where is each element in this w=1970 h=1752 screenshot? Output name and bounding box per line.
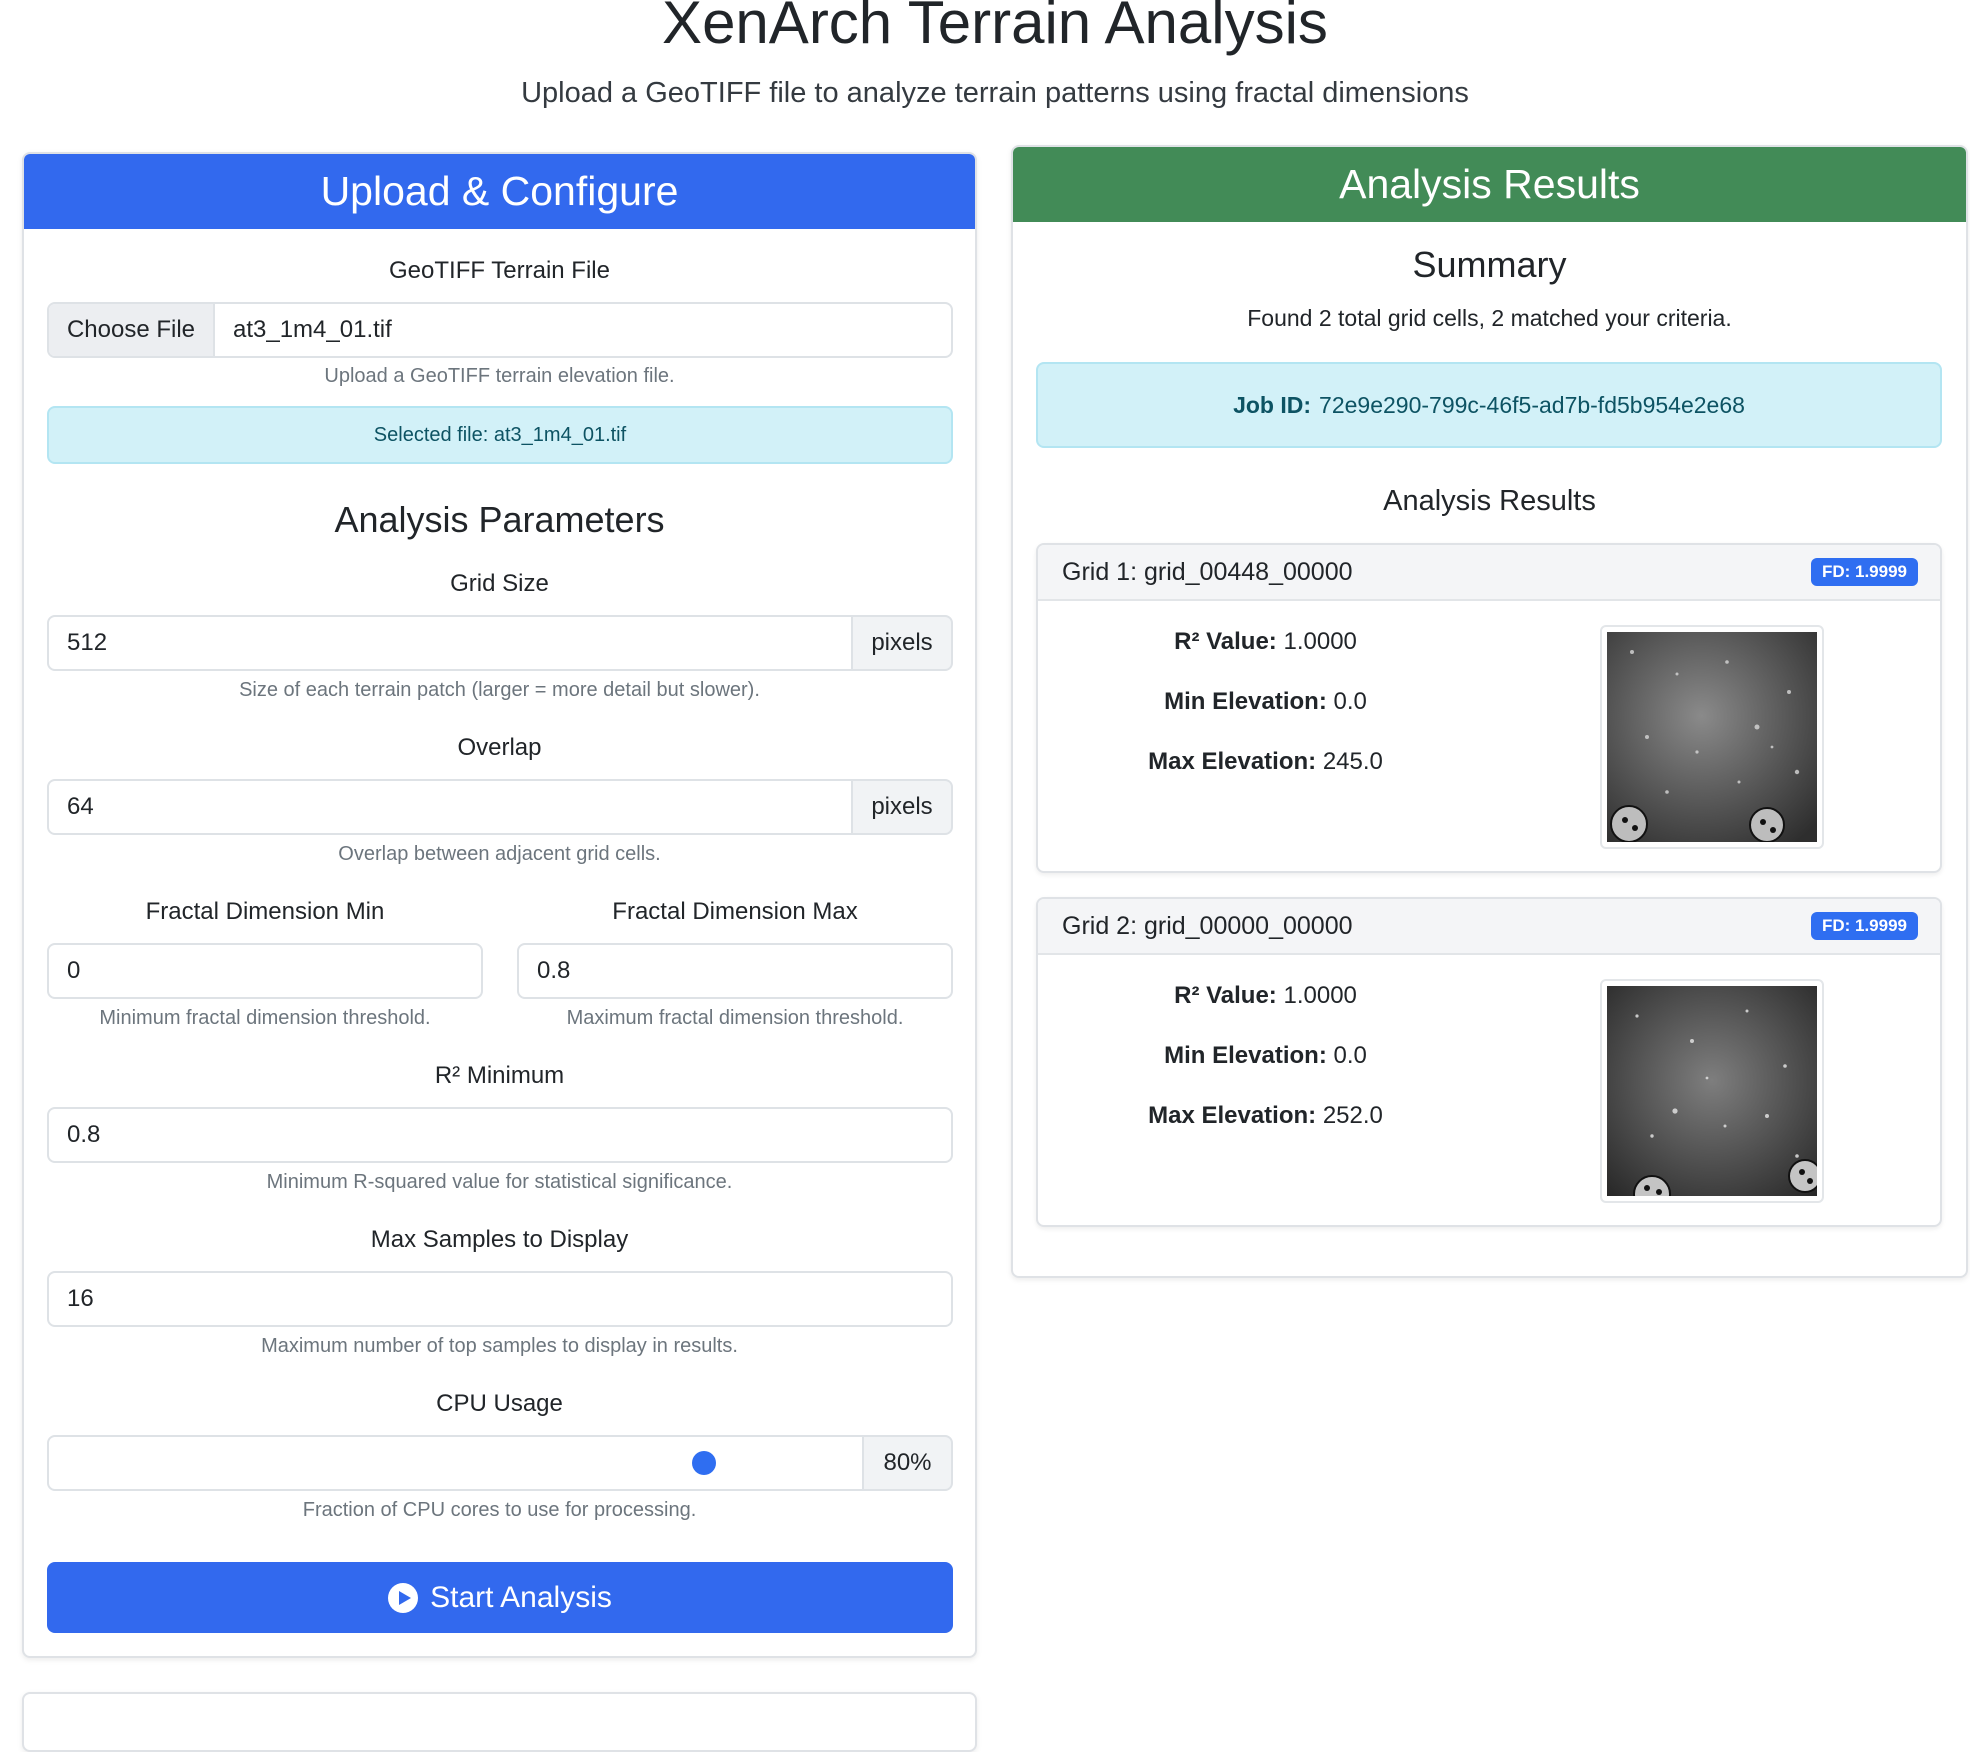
max-samples-help: Maximum number of top samples to display… (261, 1335, 738, 1357)
choose-file-button[interactable]: Choose File (49, 304, 215, 356)
grid-title: Grid 2: grid_00000_00000 (1062, 911, 1353, 940)
start-analysis-button[interactable]: Start Analysis (47, 1562, 953, 1633)
overlap-unit: pixels (851, 779, 953, 835)
min-elevation-stat: Min Elevation: 0.0 (1164, 1042, 1367, 1069)
fd-badge: FD: 1.9999 (1810, 558, 1918, 586)
terrain-thumbnail[interactable] (1600, 979, 1824, 1203)
fd-max-input[interactable]: 0.8 (517, 943, 953, 999)
grid-size-input[interactable]: 512 (47, 615, 853, 671)
results-card-header: Analysis Results (1013, 147, 1966, 222)
r2-min-help: Minimum R-squared value for statistical … (266, 1171, 733, 1193)
fd-max-help: Maximum fractal dimension threshold. (566, 1007, 904, 1029)
terrain-image (1607, 986, 1817, 1196)
params-heading: Analysis Parameters (334, 499, 665, 540)
secondary-card (22, 1692, 977, 1752)
overlap-help: Overlap between adjacent grid cells. (338, 843, 661, 865)
upload-card-header: Upload & Configure (24, 154, 975, 229)
play-circle-icon (388, 1582, 419, 1613)
grid-title: Grid 1: grid_00448_00000 (1062, 557, 1353, 586)
min-elevation-stat: Min Elevation: 0.0 (1164, 688, 1367, 715)
start-analysis-label: Start Analysis (430, 1580, 612, 1614)
min-elevation-value: 0.0 (1333, 688, 1367, 715)
cpu-usage-label: CPU Usage (436, 1390, 563, 1417)
selected-file-alert: Selected file: at3_1m4_01.tif (47, 406, 953, 464)
cpu-usage-slider[interactable] (47, 1435, 864, 1491)
fd-min-help: Minimum fractal dimension threshold. (99, 1007, 431, 1029)
upload-configure-card: Upload & Configure GeoTIFF Terrain File … (22, 152, 977, 1658)
summary-text: Found 2 total grid cells, 2 matched your… (1247, 305, 1732, 331)
terrain-image (1607, 632, 1817, 842)
max-samples-input[interactable]: 16 (47, 1271, 953, 1327)
terrain-thumbnail[interactable] (1600, 625, 1824, 849)
job-id-alert: Job ID: 72e9e290-799c-46f5-ad7b-fd5b954e… (1036, 362, 1942, 448)
r2-value: 1.0000 (1283, 982, 1357, 1009)
overlap-input[interactable]: 64 (47, 779, 853, 835)
analysis-results-card: Analysis Results Summary Found 2 total g… (1011, 145, 1968, 1278)
grid-result-card: Grid 1: grid_00448_00000 FD: 1.9999 R² V… (1036, 543, 1942, 873)
file-input[interactable]: Choose File at3_1m4_01.tif (47, 302, 953, 358)
max-elevation-stat: Max Elevation: 245.0 (1148, 748, 1383, 775)
file-name-display: at3_1m4_01.tif (233, 316, 392, 343)
summary-heading: Summary (1412, 244, 1567, 285)
grid-result-header: Grid 1: grid_00448_00000 FD: 1.9999 (1038, 545, 1940, 601)
r2-stat: R² Value: 1.0000 (1174, 982, 1357, 1009)
grid-result-card: Grid 2: grid_00000_00000 FD: 1.9999 R² V… (1036, 897, 1942, 1227)
r2-min-label: R² Minimum (434, 1062, 565, 1089)
cpu-slider-thumb[interactable] (692, 1451, 717, 1475)
page-title: XenArch Terrain Analysis (662, 0, 1328, 56)
r2-stat: R² Value: 1.0000 (1174, 628, 1357, 655)
results-subheading: Analysis Results (1383, 485, 1596, 517)
max-elevation-stat: Max Elevation: 252.0 (1148, 1102, 1383, 1129)
grid-size-help: Size of each terrain patch (larger = mor… (239, 679, 760, 701)
file-help-text: Upload a GeoTIFF terrain elevation file. (324, 365, 675, 387)
file-label: GeoTIFF Terrain File (389, 257, 610, 284)
cpu-usage-value: 80% (862, 1435, 953, 1491)
max-elevation-value: 245.0 (1322, 748, 1383, 775)
r2-min-input[interactable]: 0.8 (47, 1107, 953, 1163)
grid-result-header: Grid 2: grid_00000_00000 FD: 1.9999 (1038, 899, 1940, 955)
min-elevation-value: 0.0 (1333, 1042, 1367, 1069)
fd-badge: FD: 1.9999 (1810, 912, 1918, 940)
job-id-value: 72e9e290-799c-46f5-ad7b-fd5b954e2e68 (1319, 391, 1745, 418)
max-samples-label: Max Samples to Display (370, 1226, 629, 1253)
page-subtitle: Upload a GeoTIFF file to analyze terrain… (521, 77, 1469, 109)
grid-size-label: Grid Size (450, 570, 549, 597)
r2-value: 1.0000 (1283, 628, 1357, 655)
overlap-label: Overlap (457, 734, 542, 761)
grid-size-unit: pixels (851, 615, 953, 671)
fd-max-label: Fractal Dimension Max (612, 898, 858, 925)
fd-min-input[interactable]: 0 (47, 943, 483, 999)
job-id-label: Job ID: (1233, 391, 1312, 418)
max-elevation-value: 252.0 (1322, 1102, 1383, 1129)
cpu-usage-help: Fraction of CPU cores to use for process… (302, 1499, 697, 1521)
fd-min-label: Fractal Dimension Min (145, 898, 385, 925)
